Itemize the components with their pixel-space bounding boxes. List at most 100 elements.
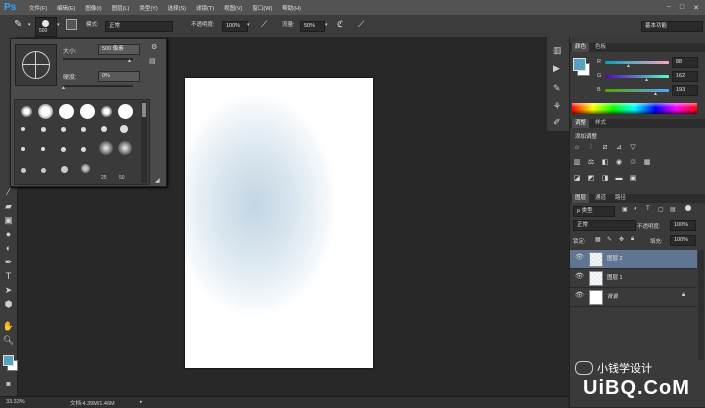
- filter-toggle-icon[interactable]: [685, 205, 691, 211]
- opacity-dropdown-icon[interactable]: ▾: [247, 22, 250, 28]
- fill-input[interactable]: 100%: [670, 235, 696, 246]
- photo-filter-icon[interactable]: ◉: [614, 158, 624, 167]
- layer-opacity-input[interactable]: 100%: [670, 220, 696, 231]
- posterize-icon[interactable]: ◩: [586, 174, 596, 183]
- history-panel-icon[interactable]: ▥: [553, 45, 562, 56]
- tab-adjustments[interactable]: 调整: [572, 119, 590, 128]
- tab-styles[interactable]: 样式: [592, 119, 609, 128]
- b-slider[interactable]: [605, 89, 669, 92]
- foreground-color-swatch[interactable]: [3, 355, 14, 366]
- b-slider-handle[interactable]: ▲: [653, 91, 658, 97]
- menu-edit[interactable]: 编辑(E): [52, 4, 80, 12]
- dodge-tool-icon[interactable]: ◐: [2, 243, 15, 254]
- blur-tool-icon[interactable]: ●: [2, 229, 15, 240]
- lock-position-icon[interactable]: ✥: [619, 236, 624, 243]
- brush-preset-soft[interactable]: [99, 141, 113, 155]
- g-slider-handle[interactable]: ▲: [644, 77, 649, 83]
- flow-dropdown-icon[interactable]: ▾: [325, 22, 328, 28]
- type-tool-icon[interactable]: T: [2, 271, 15, 282]
- menu-filter[interactable]: 滤镜(T): [191, 4, 219, 12]
- menu-layer[interactable]: 图层(L): [107, 4, 135, 12]
- mode-select[interactable]: 正常: [105, 21, 173, 32]
- opacity-input[interactable]: 100%: [222, 21, 248, 32]
- brush-tool-icon[interactable]: ⁄: [2, 187, 15, 198]
- visibility-eye-icon[interactable]: 👁︎: [575, 253, 584, 261]
- settings-gear-icon[interactable]: ⚙: [151, 43, 157, 51]
- layer-name[interactable]: 图层 1: [607, 273, 623, 281]
- lock-transparent-icon[interactable]: ▦: [595, 236, 601, 243]
- status-menu-icon[interactable]: ▸: [140, 399, 143, 405]
- menu-help[interactable]: 帮助(H): [277, 4, 306, 12]
- workspace-select[interactable]: 基本功能: [641, 21, 703, 32]
- brush-preset-small[interactable]: [21, 168, 26, 173]
- color-balance-icon[interactable]: ⚖: [586, 158, 596, 167]
- g-slider[interactable]: [605, 75, 669, 78]
- hardness-input[interactable]: 0%: [98, 71, 140, 82]
- brush-preset-soft[interactable]: [81, 164, 90, 173]
- filter-pixel-icon[interactable]: ▣: [622, 206, 628, 213]
- filter-shape-icon[interactable]: ▢: [658, 206, 664, 213]
- tool-preset-dropdown-icon[interactable]: ▾: [28, 22, 31, 28]
- quick-mask-icon[interactable]: ◙: [2, 379, 15, 390]
- layer-row-layer2[interactable]: 👁︎ 图层 2: [570, 250, 697, 269]
- path-select-tool-icon[interactable]: ➤: [2, 285, 15, 296]
- gradient-tool-icon[interactable]: ▣: [2, 215, 15, 226]
- brush-preset-hard[interactable]: [80, 104, 95, 119]
- clone-source-icon[interactable]: ⚘: [553, 101, 561, 112]
- shape-tool-icon[interactable]: ⬢: [2, 299, 15, 310]
- r-slider-handle[interactable]: ▲: [626, 63, 631, 69]
- airbrush-icon[interactable]: ℭ: [337, 19, 343, 30]
- visibility-eye-icon[interactable]: 👁︎: [575, 291, 584, 299]
- visibility-eye-icon[interactable]: 👁︎: [575, 272, 584, 280]
- brush-preset-small[interactable]: [41, 147, 45, 151]
- tab-layers[interactable]: 图层: [572, 194, 590, 203]
- lock-image-icon[interactable]: ✎: [607, 236, 612, 243]
- brush-preset-hard[interactable]: [118, 104, 133, 119]
- layer-row-background[interactable]: 👁︎ 背景 🔒︎: [570, 288, 697, 307]
- brush-preset-picker[interactable]: 500: [35, 17, 57, 37]
- menu-image[interactable]: 图像(I): [80, 4, 106, 12]
- brush-preset-small[interactable]: [41, 127, 46, 132]
- preset-scrollbar-thumb[interactable]: [142, 103, 146, 117]
- minimize-button[interactable]: −: [667, 4, 671, 12]
- color-spectrum-ramp[interactable]: [572, 103, 697, 114]
- resize-grip-icon[interactable]: ◢: [155, 177, 160, 184]
- tool-presets-icon[interactable]: ✐: [553, 117, 561, 128]
- hand-tool-icon[interactable]: ✋: [2, 321, 15, 332]
- brush-preset-soft[interactable]: [118, 141, 132, 155]
- exposure-icon[interactable]: ⊿: [614, 143, 624, 152]
- pressure-size-icon[interactable]: ⟋: [358, 19, 364, 30]
- threshold-icon[interactable]: ◨: [600, 174, 610, 183]
- pen-tool-icon[interactable]: ✒: [2, 257, 15, 268]
- tab-swatches[interactable]: 色板: [592, 43, 609, 52]
- invert-icon[interactable]: ◪: [572, 174, 582, 183]
- menu-type[interactable]: 类型(Y): [134, 4, 162, 12]
- layer-name[interactable]: 图层 2: [607, 254, 623, 262]
- color-lookup-icon[interactable]: ▦: [642, 158, 652, 167]
- layer-filter-select[interactable]: ρ 类型: [573, 206, 615, 217]
- filter-type-icon[interactable]: T: [646, 206, 650, 212]
- channel-mixer-icon[interactable]: ♲: [628, 158, 638, 167]
- filter-adjustment-icon[interactable]: ◐: [634, 206, 638, 212]
- new-preset-icon[interactable]: ▤: [149, 57, 156, 65]
- chevron-down-icon[interactable]: ▾: [57, 22, 60, 28]
- size-slider[interactable]: [63, 58, 133, 60]
- brush-preset-small[interactable]: [41, 168, 46, 173]
- brush-preset-small[interactable]: [61, 147, 66, 152]
- brush-preset-soft[interactable]: [101, 106, 112, 117]
- blend-mode-select[interactable]: 正常: [573, 220, 636, 231]
- foreground-swatch[interactable]: [573, 58, 586, 71]
- layer-name[interactable]: 背景: [607, 292, 618, 300]
- layer-row-layer1[interactable]: 👁︎ 图层 1: [570, 269, 697, 288]
- size-input[interactable]: 500 像素: [98, 44, 140, 55]
- layers-scrollbar[interactable]: [698, 250, 704, 360]
- g-input[interactable]: 162: [672, 71, 698, 82]
- filter-smart-icon[interactable]: ▤: [670, 206, 676, 213]
- menu-view[interactable]: 视图(V): [219, 4, 247, 12]
- brush-preset-small[interactable]: [61, 127, 66, 132]
- brush-preset-small[interactable]: [101, 126, 107, 132]
- tab-paths[interactable]: 路径: [612, 194, 629, 203]
- brush-preset-small[interactable]: [21, 147, 25, 151]
- hardness-slider-handle[interactable]: ▲: [61, 85, 66, 91]
- brush-panel-toggle-icon[interactable]: [66, 19, 77, 30]
